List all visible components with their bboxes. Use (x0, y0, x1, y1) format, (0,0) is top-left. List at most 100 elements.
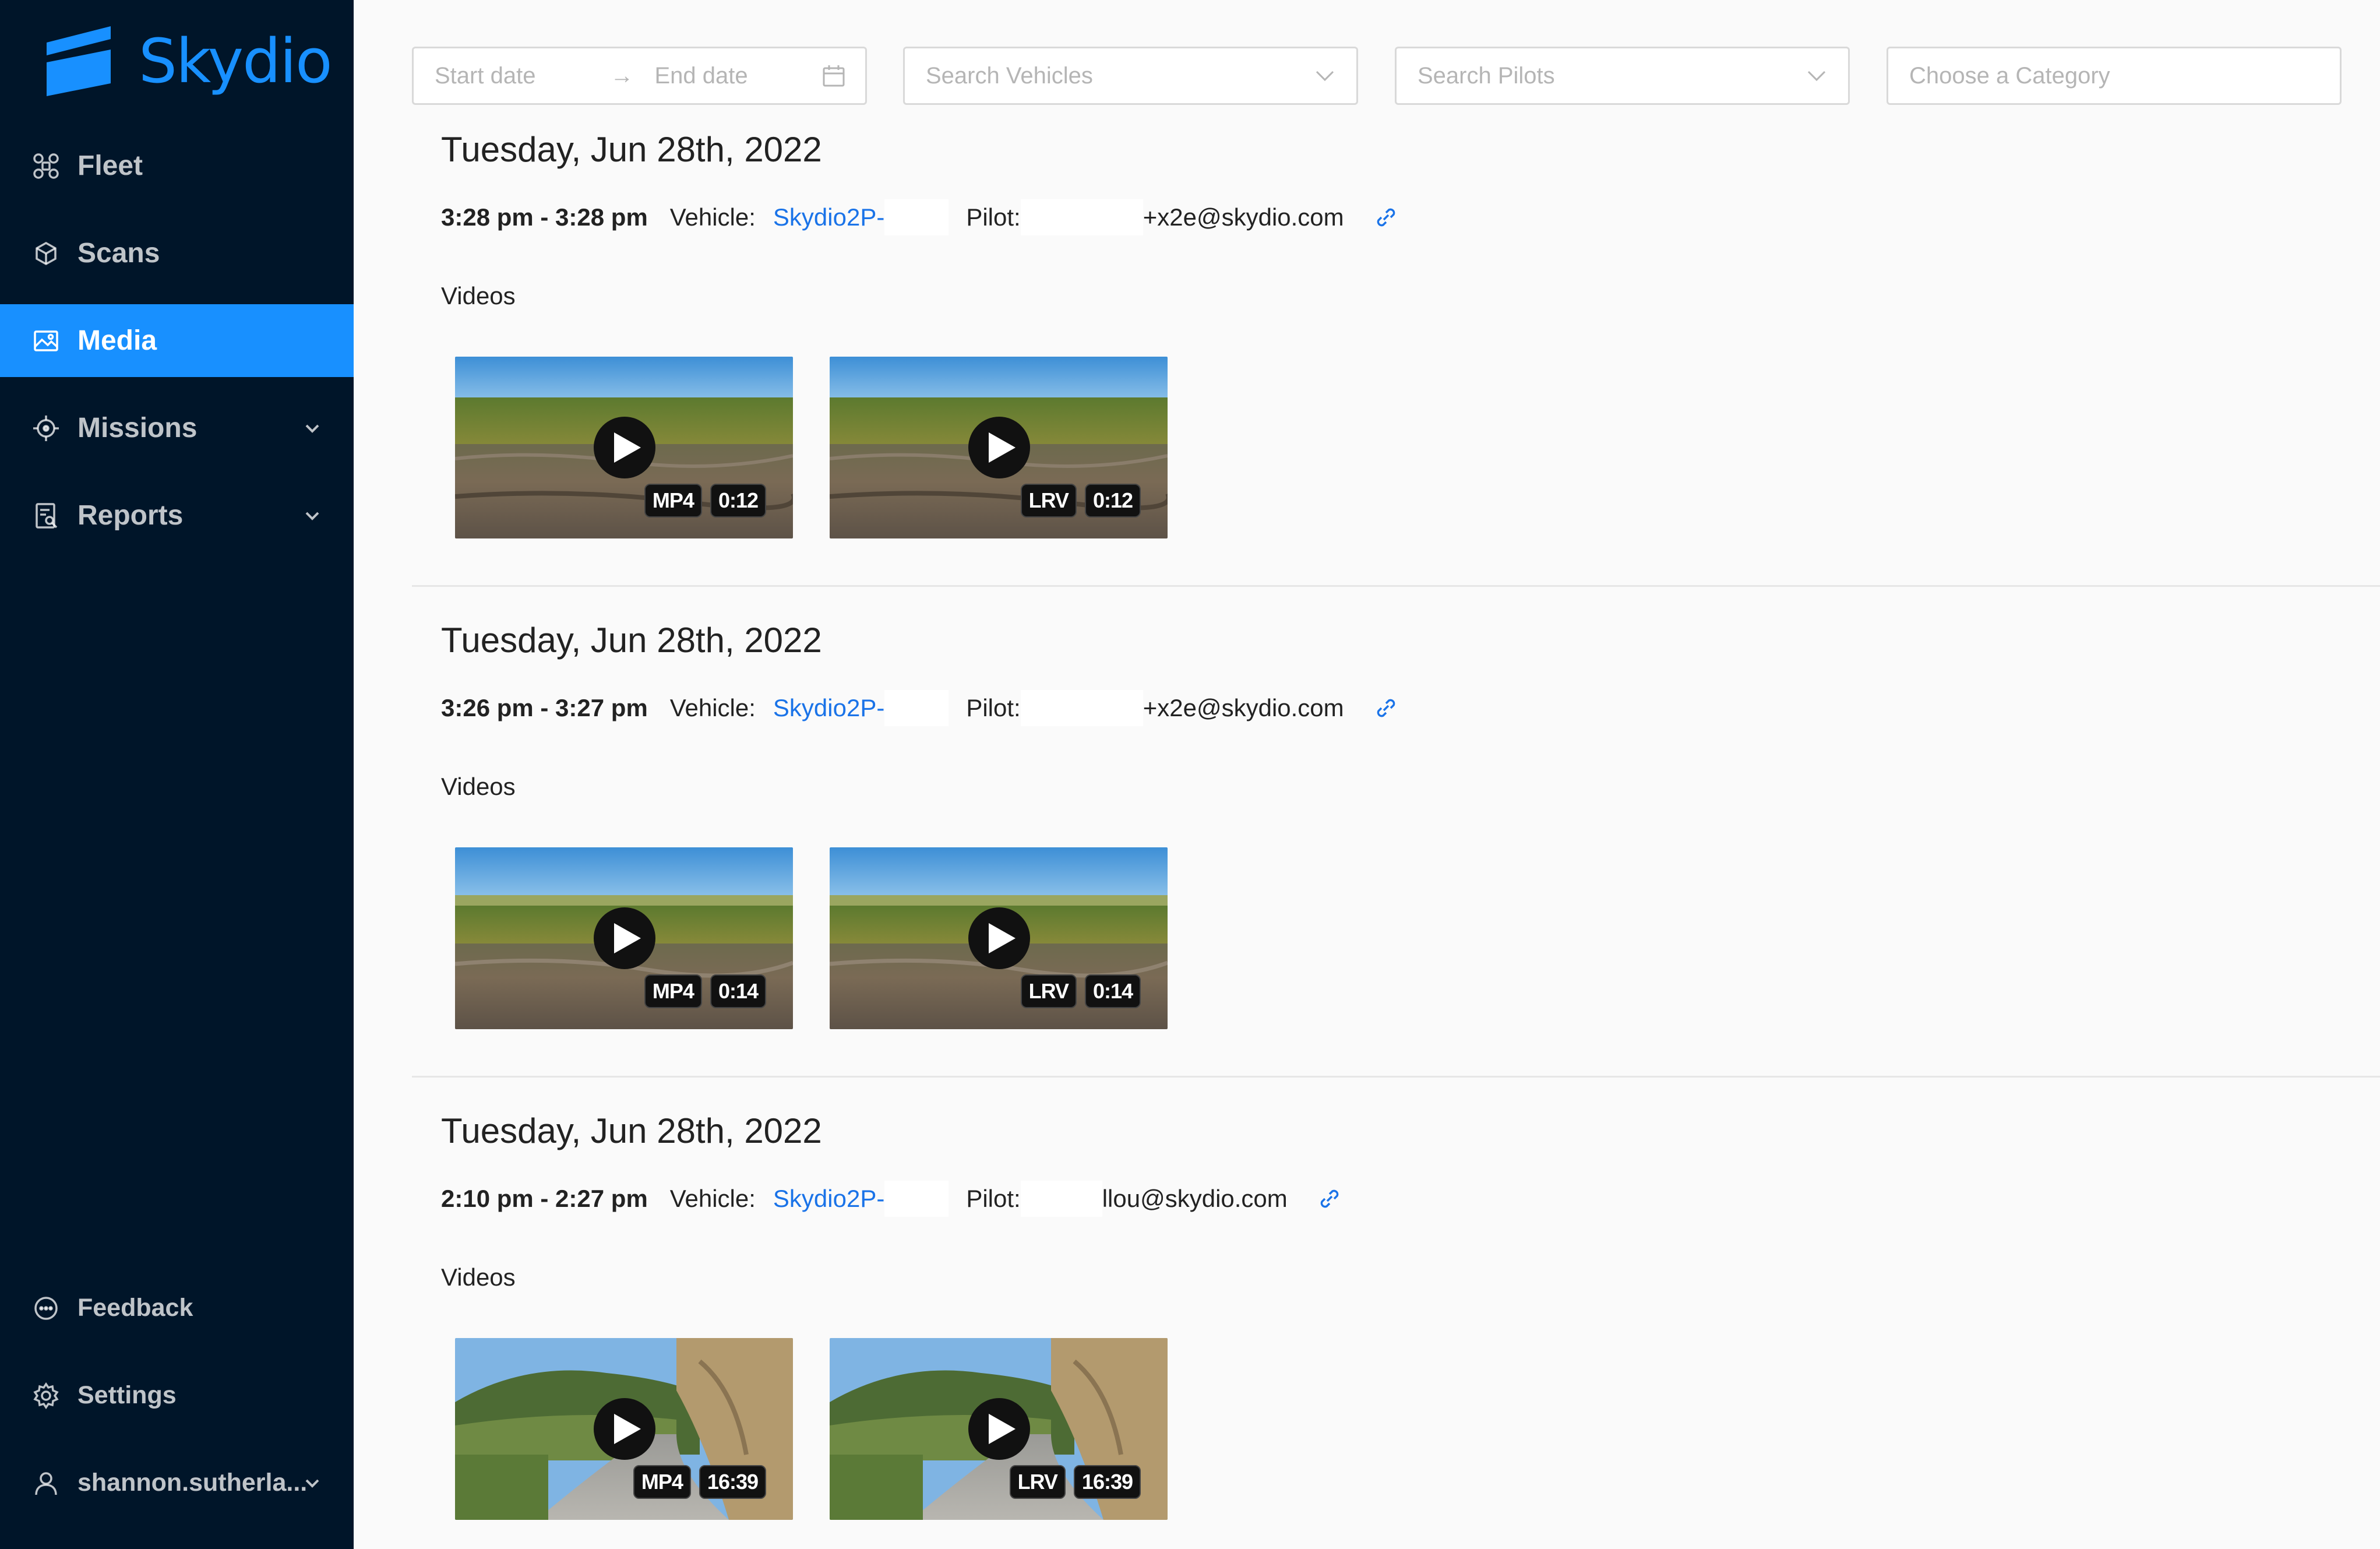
sidebar-item-label: Scans (77, 238, 160, 269)
image-icon (32, 327, 60, 355)
play-icon (614, 1414, 641, 1444)
pilot-label: Pilot: (966, 203, 1021, 231)
vehicle-label: Vehicle: (669, 1185, 756, 1212)
play-button[interactable] (594, 907, 655, 969)
chevron-down-icon[interactable] (303, 1474, 322, 1492)
video-thumbnail[interactable]: MP4 0:12 (455, 357, 793, 538)
format-badge: LRV (1020, 974, 1077, 1008)
flight-meta: 2:10 pm - 2:27 pm Vehicle: Skydio2P- Pil… (441, 1181, 1342, 1217)
scan-cube-icon (32, 240, 60, 267)
play-icon (614, 923, 641, 953)
flight-date: Tuesday, Jun 28th, 2022 (441, 130, 822, 169)
sidebar-item-scans[interactable]: Scans (0, 217, 354, 290)
skydio-logo-icon (47, 26, 111, 96)
brand-name: Skydio (139, 26, 333, 97)
duration-badge: 16:39 (1073, 1465, 1141, 1499)
sidebar-item-user[interactable]: shannon.sutherla... (0, 1446, 354, 1519)
end-date-input[interactable]: End date (654, 63, 748, 89)
vehicle-link[interactable]: Skydio2P- (773, 694, 884, 722)
chevron-down-icon[interactable] (303, 419, 322, 438)
format-badge: MP4 (644, 974, 702, 1008)
skydio-logo[interactable]: Skydio (41, 23, 333, 99)
video-badges: MP4 16:39 (625, 1465, 766, 1499)
sidebar-item-missions[interactable]: Missions (0, 392, 354, 464)
pilot-label: Pilot: (966, 694, 1021, 721)
flight-meta: 3:26 pm - 3:27 pm Vehicle: Skydio2P- Pil… (441, 690, 1399, 726)
sidebar-item-feedback[interactable]: Feedback (0, 1272, 354, 1344)
user-icon (32, 1469, 60, 1497)
flight-meta: 3:28 pm - 3:28 pm Vehicle: Skydio2P- Pil… (441, 199, 1399, 235)
drone-icon (32, 152, 60, 180)
play-button[interactable] (594, 417, 655, 478)
pilot-email: +x2e@skydio.com (1143, 203, 1344, 231)
link-icon[interactable] (1317, 1186, 1342, 1212)
video-badges: MP4 0:14 (636, 974, 766, 1008)
link-icon[interactable] (1373, 205, 1399, 230)
play-icon (989, 432, 1016, 463)
pilot-select-placeholder: Search Pilots (1418, 62, 1555, 89)
report-icon (32, 502, 60, 530)
section-divider (412, 585, 2380, 587)
redacted-block (884, 1181, 949, 1217)
duration-badge: 0:12 (710, 484, 766, 517)
date-range-picker[interactable]: Start date → End date (412, 47, 867, 105)
link-icon[interactable] (1373, 695, 1399, 721)
sidebar-item-settings[interactable]: Settings (0, 1359, 354, 1432)
video-badges: LRV 0:12 (1013, 484, 1141, 517)
duration-badge: 0:14 (1084, 974, 1141, 1008)
play-button[interactable] (968, 1398, 1030, 1460)
sidebar: Skydio Fleet Scans Media Missions Report… (0, 0, 354, 1549)
vehicle-label: Vehicle: (669, 694, 756, 721)
play-button[interactable] (594, 1398, 655, 1460)
flight-date: Tuesday, Jun 28th, 2022 (441, 1111, 822, 1150)
sidebar-item-label: Reports (77, 500, 184, 531)
video-thumbnail[interactable]: MP4 0:14 (455, 847, 793, 1029)
video-thumbnail[interactable]: LRV 0:12 (830, 357, 1168, 538)
vehicle-link[interactable]: Skydio2P- (773, 1185, 884, 1213)
category-select-placeholder: Choose a Category (1909, 62, 2110, 89)
pilot-select[interactable]: Search Pilots (1395, 47, 1850, 105)
format-badge: LRV (1009, 1465, 1066, 1499)
redacted-block (1020, 1181, 1102, 1217)
arrow-right-icon: → (610, 62, 634, 89)
pilot-email: llou@skydio.com (1102, 1185, 1288, 1212)
chevron-down-icon (1807, 71, 1826, 82)
video-thumbnail[interactable]: LRV 0:14 (830, 847, 1168, 1029)
video-thumbnail[interactable]: MP4 16:39 (455, 1338, 793, 1520)
sidebar-item-label: Media (77, 325, 157, 356)
category-select[interactable]: Choose a Category (1887, 47, 2342, 105)
chevron-down-icon[interactable] (303, 506, 322, 525)
videos-label: Videos (441, 282, 516, 309)
duration-badge: 0:14 (710, 974, 766, 1008)
sidebar-item-label: Fleet (77, 150, 143, 181)
sidebar-item-reports[interactable]: Reports (0, 479, 354, 552)
format-badge: MP4 (644, 484, 702, 517)
video-thumbnail[interactable]: LRV 16:39 (830, 1338, 1168, 1520)
play-button[interactable] (968, 417, 1030, 478)
sidebar-item-fleet[interactable]: Fleet (0, 129, 354, 202)
redacted-block (1020, 199, 1143, 235)
sidebar-item-label: shannon.sutherla... (77, 1469, 308, 1497)
vehicle-link[interactable]: Skydio2P- (773, 203, 884, 231)
redacted-block (1020, 690, 1143, 726)
redacted-block (884, 690, 949, 726)
play-button[interactable] (968, 907, 1030, 969)
vehicle-select[interactable]: Search Vehicles (903, 47, 1358, 105)
flight-section: Tuesday, Jun 28th, 2022 3:26 pm - 3:27 p… (412, 620, 2380, 1063)
flight-section: Tuesday, Jun 28th, 2022 2:10 pm - 2:27 p… (412, 1111, 2380, 1549)
sidebar-item-label: Feedback (77, 1294, 193, 1322)
videos-label: Videos (441, 773, 516, 800)
flight-time: 2:10 pm - 2:27 pm (441, 1185, 648, 1212)
gear-icon (32, 1382, 60, 1410)
app-root: Skydio Fleet Scans Media Missions Report… (0, 0, 2380, 1549)
sidebar-item-label: Missions (77, 413, 198, 443)
video-badges: MP4 0:12 (636, 484, 766, 517)
sidebar-item-media[interactable]: Media (0, 304, 354, 377)
calendar-icon[interactable] (821, 63, 847, 89)
video-badges: LRV 16:39 (1002, 1465, 1141, 1499)
section-divider (412, 1076, 2380, 1078)
pilot-email: +x2e@skydio.com (1143, 694, 1344, 721)
comment-icon (32, 1294, 60, 1322)
start-date-input[interactable]: Start date (414, 63, 535, 89)
flight-section: Tuesday, Jun 28th, 2022 3:28 pm - 3:28 p… (412, 129, 2380, 572)
